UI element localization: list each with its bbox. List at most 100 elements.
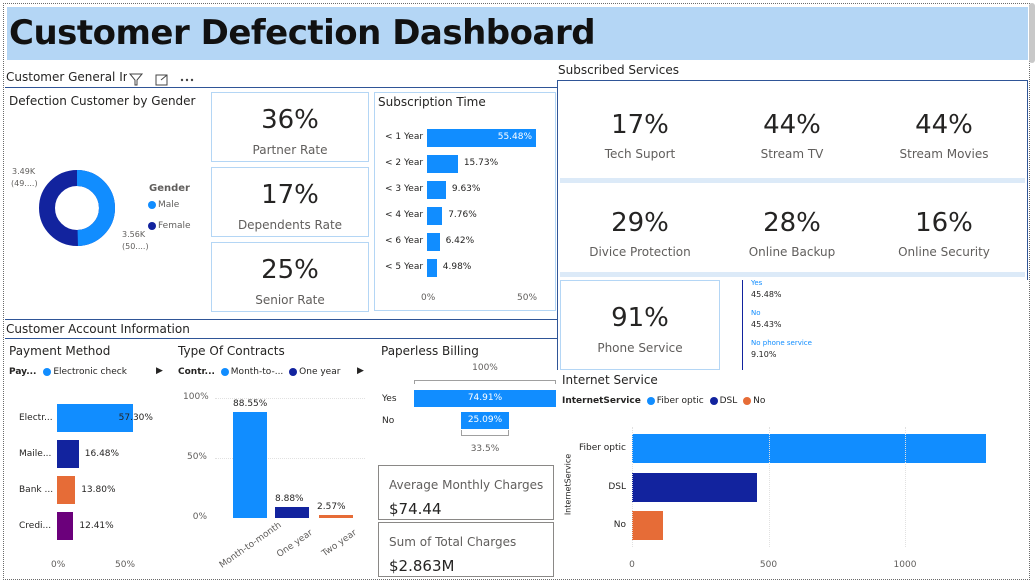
phone-no-value: 45.43% [751,320,782,329]
partner-rate-card[interactable]: 36% Partner Rate [211,92,369,162]
service-kpi-label: Online Security [898,245,990,259]
legend-female[interactable]: Female [148,221,191,231]
sum-total-label: Sum of Total Charges [389,535,517,549]
service-kpi-label: Stream Movies [899,147,989,161]
payment-category-label: Maile... [19,449,52,459]
paperless-bottom-bracket [461,430,509,436]
service-kpi-value: 28% [763,208,821,238]
paperless-card[interactable]: Paperless Billing 100% Yes 74.91% No 25.09% 3… [378,342,556,460]
subscription-category-label: < 6 Year [385,236,424,246]
phone-service-value: 91% [611,303,669,333]
gender-legend-title: Gender [149,183,190,194]
filter-icon[interactable] [128,73,144,86]
internet-tick-label: 0 [629,560,635,570]
female-data-label-pct: (50....) [122,242,149,251]
contracts-data-label: 2.57% [317,501,346,512]
dependents-rate-card[interactable]: 17% Dependents Rate [211,167,369,237]
senior-rate-label: Senior Rate [255,293,325,307]
subscription-bar[interactable] [427,155,458,173]
service-kpi-card[interactable]: 44% Stream Movies [864,85,1024,180]
sum-total-charges-card[interactable]: Sum of Total Charges $2.863M [378,522,554,577]
subscription-bar[interactable] [427,259,437,277]
service-kpi-value: 17% [611,110,669,140]
payment-bar-chart[interactable]: Electr... 57.30% Maile... 16.48% Bank ... 13.… [6,342,170,577]
section-account-header: Customer Account Information [6,322,190,336]
subscription-bar[interactable] [427,181,446,199]
subscription-tick-label: 0% [421,293,436,303]
service-kpi-value: 16% [915,208,973,238]
more-options-icon[interactable] [180,78,194,82]
payment-category-label: Electr... [19,413,53,423]
payment-bar[interactable] [57,512,74,540]
payment-bar[interactable] [57,440,79,468]
internet-tick-label: 500 [759,560,778,570]
internet-tick-label: 1000 [893,560,917,570]
service-kpi-card[interactable]: 28% Online Backup [722,185,862,275]
avg-monthly-value: $74.44 [389,500,442,518]
subscription-bar-chart[interactable]: < 1 Year 55.48% < 2 Year 15.73% < 3 Year 9.63… [375,93,557,312]
contracts-ytick-label: 0% [192,512,207,522]
contracts-bar[interactable] [275,507,309,518]
contracts-data-label: 8.88% [275,494,304,505]
internet-bar[interactable] [632,434,987,463]
section-subscribed-rule [557,80,1028,81]
male-data-label-pct: (49....) [11,179,38,188]
legend-dot-icon [148,221,156,230]
service-kpi-card[interactable]: 44% Stream TV [722,85,862,180]
senior-rate-value: 25% [261,255,319,285]
senior-rate-card[interactable]: 25% Senior Rate [211,242,369,312]
internet-bar[interactable] [632,473,758,502]
legend-dot-icon [148,200,156,209]
service-kpi-card[interactable]: 16% Online Security [864,185,1024,275]
subscription-bar[interactable] [427,233,440,251]
phone-breakdown-rule [742,280,743,370]
service-kpi-card[interactable]: 17% Tech Suport [560,85,720,180]
page-title: Customer Defection Dashboard [9,13,596,53]
internet-category-label: Fiber optic [578,443,626,453]
payment-tick-label: 0% [51,560,66,570]
subscription-category-label: < 3 Year [385,184,424,194]
contracts-column-chart[interactable]: 100% 50% 0% 88.55% Month-to-month 8.88% One ye… [175,342,375,577]
focus-mode-icon[interactable] [155,74,168,86]
gender-donut[interactable] [36,167,118,249]
legend-female-label: Female [158,221,191,231]
avg-monthly-charges-card[interactable]: Average Monthly Charges $74.44 [378,465,554,520]
internet-category-label: No [613,520,626,530]
subscription-time-card[interactable]: Subscription Time < 1 Year 55.48% < 2 Year… [374,92,556,311]
service-kpi-value: 29% [611,208,669,238]
payment-method-card[interactable]: Payment Method Pay... Electronic check ▶… [6,342,170,577]
service-kpi-label: Tech Suport [604,147,676,161]
internet-service-card[interactable]: Internet Service InternetService Fiber o… [558,372,1027,577]
internet-gridline [768,427,770,547]
section-general-rule [5,87,557,88]
service-kpi-label: Stream TV [760,147,824,161]
contracts-bar[interactable] [233,411,267,518]
section-account-top-rule [5,319,557,320]
gender-card[interactable]: Defection Customer by Gender 3.49K (49..… [6,92,204,310]
internet-bar[interactable] [632,511,663,540]
paperless-funnel-chart[interactable]: 100% Yes 74.91% No 25.09% 33.5% [378,342,556,460]
phone-service-label: Phone Service [597,341,683,355]
female-data-label-value: 3.56K [122,230,146,239]
section-general-header: Customer General In [6,70,131,84]
phone-service-card[interactable]: 91% Phone Service [560,280,720,370]
contracts-data-label: 88.55% [233,398,268,409]
phone-breakdown-list: Yes 45.48% No 45.43% No phone service 9.… [751,279,812,359]
vertical-scrollbar[interactable] [1029,3,1035,63]
avg-monthly-label: Average Monthly Charges [389,478,544,492]
phone-yes-label: Yes [751,279,763,287]
contracts-bar[interactable] [319,514,353,518]
payment-bar[interactable] [57,476,76,504]
paperless-category-label: Yes [382,394,397,404]
service-kpi-card[interactable]: 29% Divice Protection [560,185,720,275]
internet-bar-chart[interactable]: Fiber optic DSL No 0 500 1000 [558,372,1027,577]
payment-data-label: 12.41% [79,521,114,531]
payment-data-label: 57.30% [118,413,153,423]
legend-male[interactable]: Male [148,200,179,210]
subscription-bar[interactable] [427,207,443,225]
internet-category-label: DSL [608,482,626,492]
payment-category-label: Credi... [19,521,52,531]
paperless-data-label: 74.91% [467,393,503,403]
section-subscribed-right-rule [1027,80,1028,280]
contracts-card[interactable]: Type Of Contracts Contr... Month-to-... … [175,342,375,577]
